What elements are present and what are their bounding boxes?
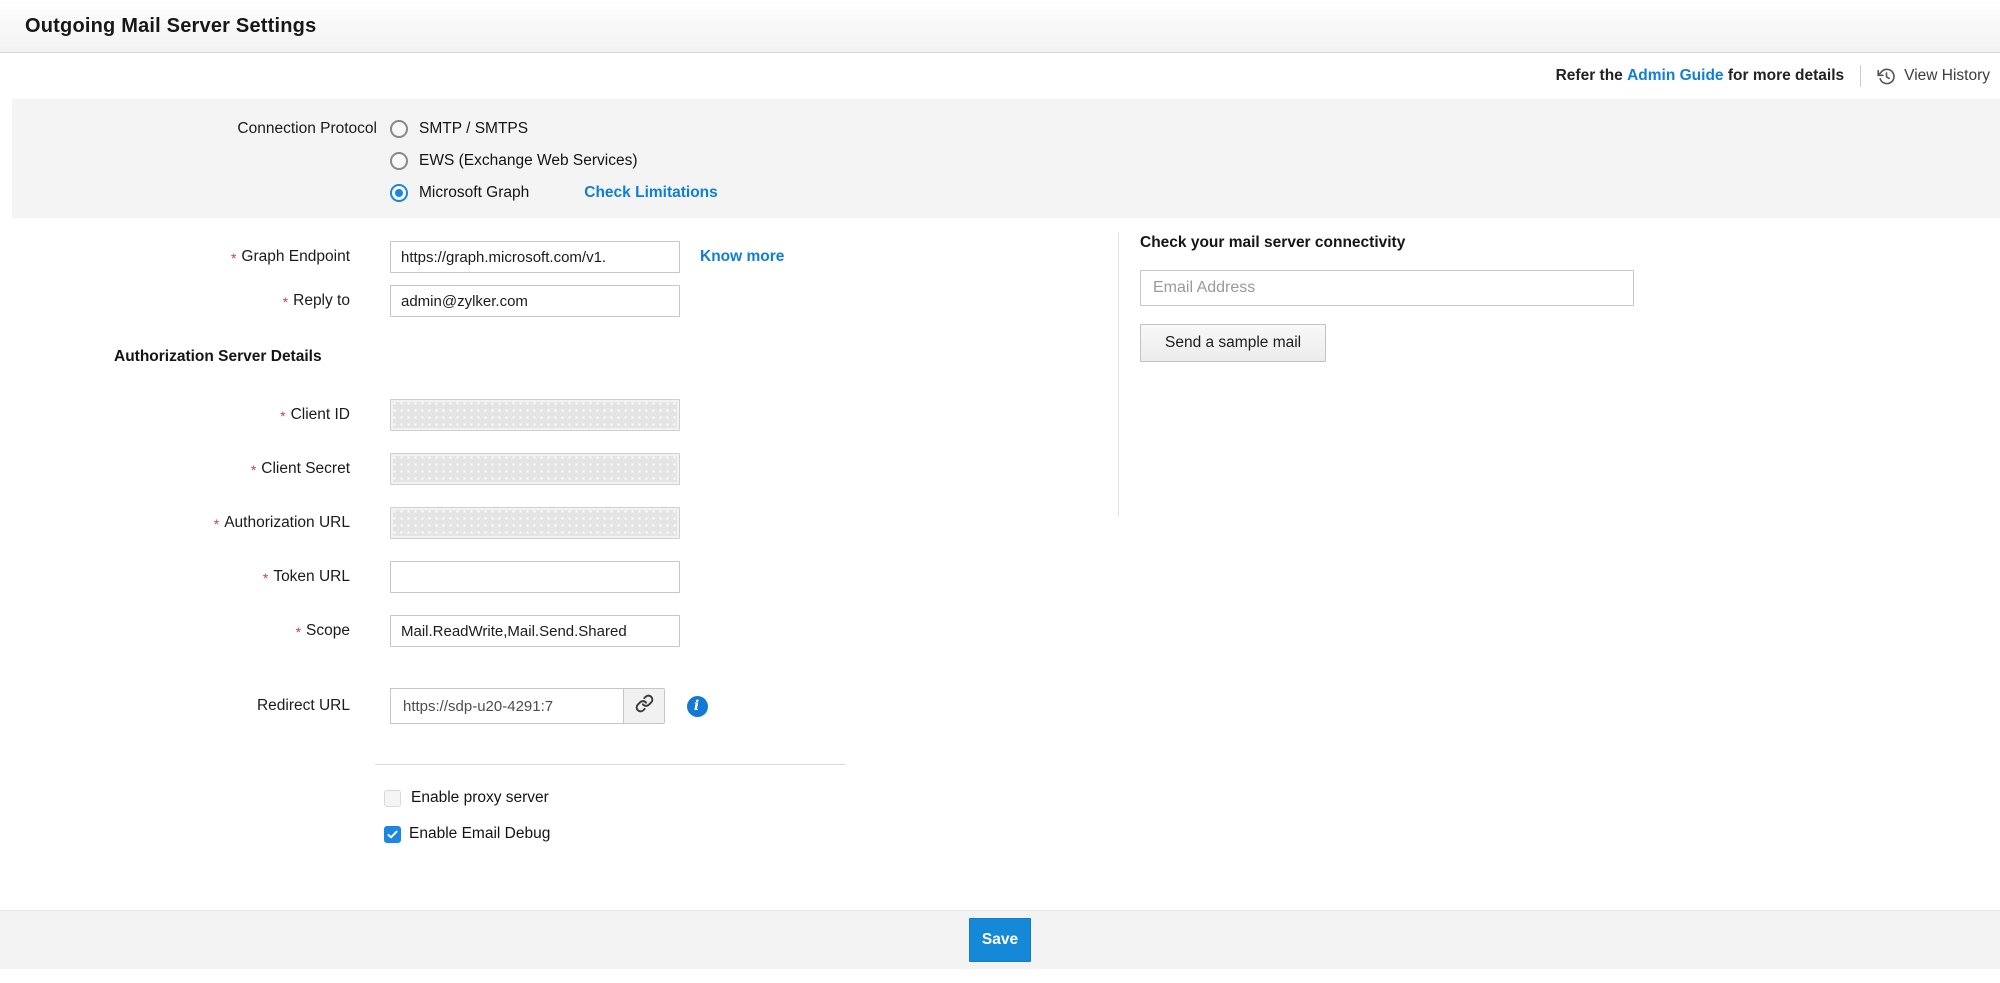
scope-input[interactable] xyxy=(390,615,680,647)
redirect-url-row: Redirect URL i xyxy=(0,688,708,724)
radio-ews-label: EWS (Exchange Web Services) xyxy=(419,152,638,170)
toolbar-divider xyxy=(1860,65,1861,87)
enable-email-debug-checkbox[interactable] xyxy=(384,826,401,843)
refer-text-suffix: for more details xyxy=(1728,67,1844,85)
enable-proxy-checkbox[interactable] xyxy=(384,790,401,807)
required-asterisk: * xyxy=(231,250,236,266)
graph-endpoint-row: *Graph Endpoint Know more xyxy=(0,241,784,273)
client-id-label: *Client ID xyxy=(0,406,350,424)
reply-to-label: *Reply to xyxy=(0,292,350,310)
toolbar: Refer the Admin Guide for more details V… xyxy=(0,53,2000,99)
chain-link-icon xyxy=(635,694,654,718)
token-url-row: *Token URL xyxy=(0,561,680,593)
know-more-link[interactable]: Know more xyxy=(700,248,784,266)
settings-form: *Graph Endpoint Know more *Reply to Auth… xyxy=(0,218,2000,910)
view-history-label: View History xyxy=(1904,67,1990,85)
client-secret-label: *Client Secret xyxy=(0,460,350,478)
copy-redirect-url-button[interactable] xyxy=(623,688,665,724)
form-divider xyxy=(375,764,845,765)
mail-connectivity-panel: Check your mail server connectivity Send… xyxy=(1118,232,1678,517)
auth-server-details-heading: Authorization Server Details xyxy=(114,348,322,366)
reply-to-input[interactable] xyxy=(390,285,680,317)
send-sample-mail-button[interactable]: Send a sample mail xyxy=(1140,324,1326,362)
info-circle-icon[interactable]: i xyxy=(687,696,708,717)
admin-guide-link[interactable]: Admin Guide xyxy=(1627,67,1723,85)
client-secret-input-masked[interactable] xyxy=(390,453,680,485)
graph-endpoint-label: *Graph Endpoint xyxy=(0,248,350,266)
required-asterisk: * xyxy=(263,570,268,586)
enable-proxy-row: Enable proxy server xyxy=(384,783,549,813)
token-url-label: *Token URL xyxy=(0,568,350,586)
protocol-option-msgraph: Microsoft Graph Check Limitations xyxy=(390,177,2000,209)
test-email-input[interactable] xyxy=(1140,270,1634,306)
required-asterisk: * xyxy=(251,462,256,478)
redirect-url-label: Redirect URL xyxy=(0,697,350,715)
radio-smtp-label: SMTP / SMTPS xyxy=(419,120,528,138)
redirect-url-input[interactable] xyxy=(390,688,623,724)
connection-protocol-panel: Connection Protocol SMTP / SMTPS EWS (Ex… xyxy=(12,99,2000,218)
enable-email-debug-label: Enable Email Debug xyxy=(409,825,550,843)
reply-to-row: *Reply to xyxy=(0,285,680,317)
save-button[interactable]: Save xyxy=(969,918,1031,962)
page-title: Outgoing Mail Server Settings xyxy=(25,15,316,38)
redirect-url-group: i xyxy=(390,688,708,724)
client-id-row: *Client ID xyxy=(0,399,680,431)
radio-smtp[interactable] xyxy=(390,120,408,138)
connection-protocol-label: Connection Protocol xyxy=(12,120,377,138)
radio-msgraph[interactable] xyxy=(390,184,408,202)
footer-bar: Save xyxy=(0,910,2000,969)
enable-proxy-label: Enable proxy server xyxy=(411,789,549,807)
token-url-input[interactable] xyxy=(390,561,680,593)
view-history-button[interactable]: View History xyxy=(1877,67,1990,86)
radio-ews[interactable] xyxy=(390,152,408,170)
scope-row: *Scope xyxy=(0,615,680,647)
history-clock-icon xyxy=(1877,67,1896,86)
connectivity-title: Check your mail server connectivity xyxy=(1140,234,1678,252)
graph-endpoint-input[interactable] xyxy=(390,241,680,273)
title-bar: Outgoing Mail Server Settings xyxy=(0,0,2000,53)
authorization-url-row: *Authorization URL xyxy=(0,507,680,539)
required-asterisk: * xyxy=(280,408,285,424)
refer-text-prefix: Refer the xyxy=(1556,67,1623,85)
protocol-option-smtp: SMTP / SMTPS xyxy=(390,113,2000,145)
client-secret-row: *Client Secret xyxy=(0,453,680,485)
protocol-option-ews: EWS (Exchange Web Services) xyxy=(390,145,2000,177)
radio-msgraph-label: Microsoft Graph xyxy=(419,184,529,202)
client-id-input-masked[interactable] xyxy=(390,399,680,431)
required-asterisk: * xyxy=(296,624,301,640)
authorization-url-label: *Authorization URL xyxy=(0,514,350,532)
authorization-url-input-masked[interactable] xyxy=(390,507,680,539)
check-limitations-link[interactable]: Check Limitations xyxy=(584,184,718,202)
scope-label: *Scope xyxy=(0,622,350,640)
required-asterisk: * xyxy=(283,294,288,310)
enable-email-debug-row: Enable Email Debug xyxy=(384,819,550,849)
required-asterisk: * xyxy=(214,516,219,532)
